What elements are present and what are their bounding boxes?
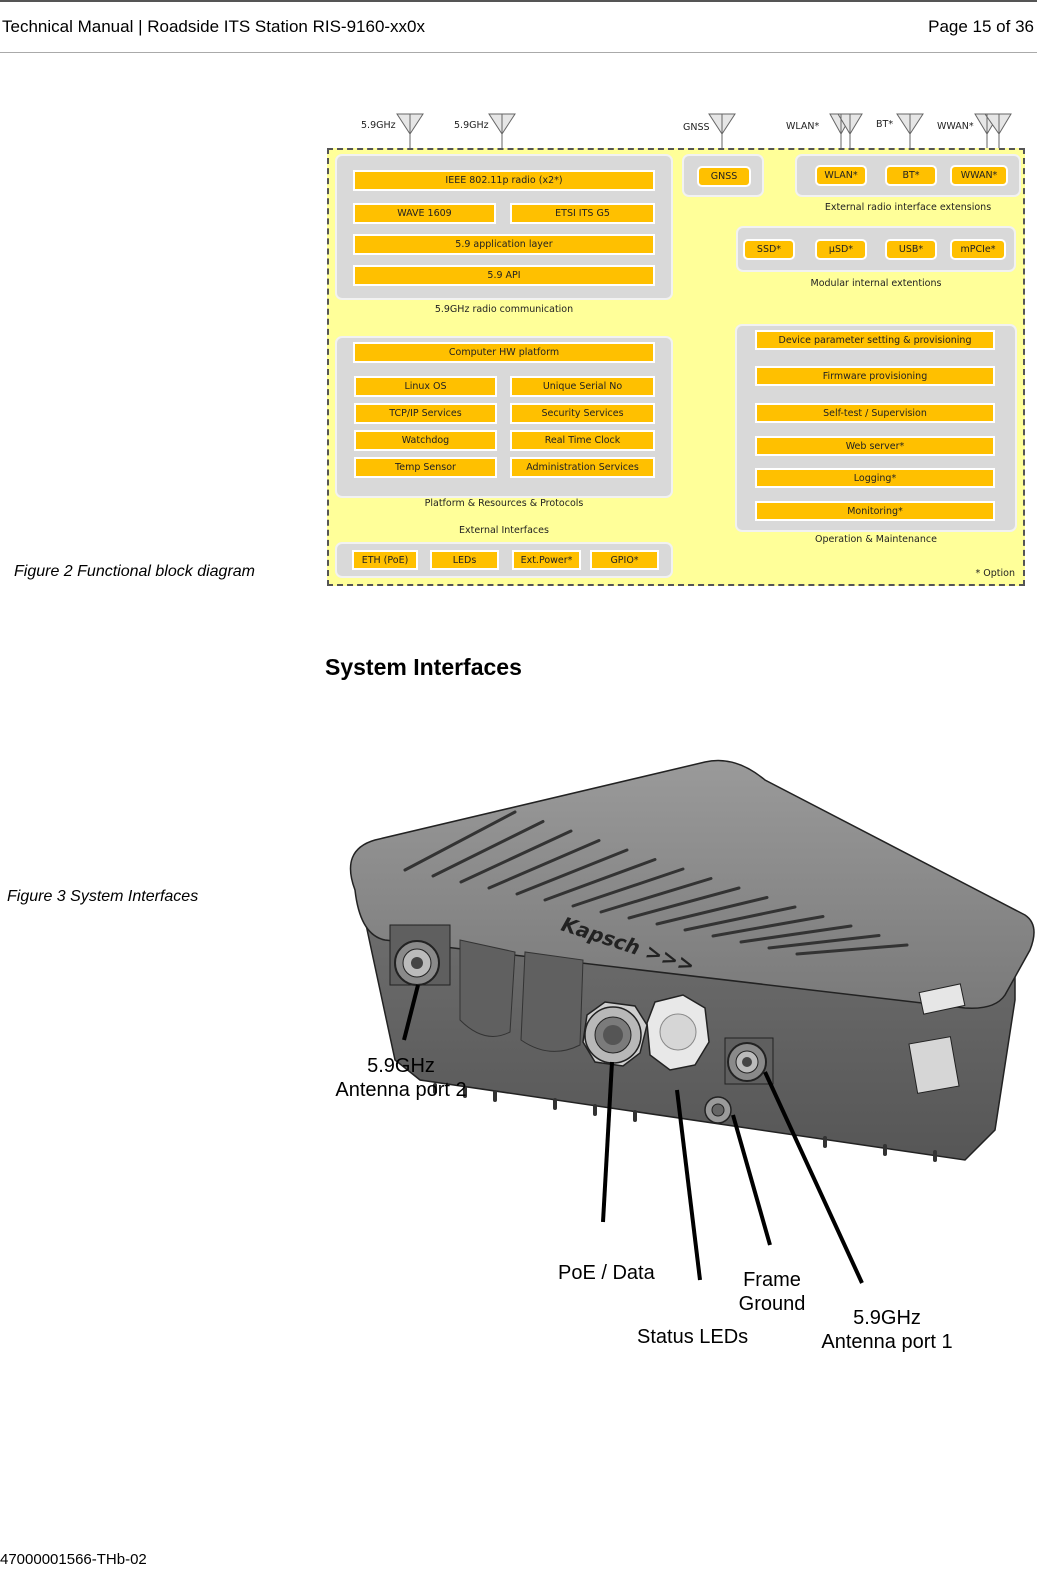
antenna-icon: [896, 113, 924, 150]
block-gnss: GNSS: [697, 166, 751, 187]
block-device-parameter: Device parameter setting & provisioning: [755, 330, 995, 350]
block-ieee-80211p: IEEE 802.11p radio (x2*): [353, 170, 655, 191]
block-watchdog: Watchdog: [354, 430, 497, 451]
label-external-interfaces: External Interfaces: [459, 525, 549, 536]
callout-ground-line1: Frame: [743, 1269, 801, 1291]
page-number: Page 15 of 36: [928, 17, 1034, 36]
block-self-test: Self-test / Supervision: [755, 403, 995, 423]
antenna-label-bt: BT*: [876, 119, 894, 130]
antenna-icon: [488, 113, 516, 150]
figure-2-caption: Figure 2 Functional block diagram: [14, 563, 256, 580]
block-temp-sensor: Temp Sensor: [354, 457, 497, 478]
block-wave-1609: WAVE 1609: [353, 203, 496, 224]
callout-antenna-1-line1: 5.9GHz: [853, 1307, 921, 1329]
block-monitoring: Monitoring*: [755, 501, 995, 521]
callout-antenna-1-line2: Antenna port 1: [821, 1331, 953, 1353]
device-illustration: Kapsch >>>: [349, 759, 1035, 1162]
block-wwan: WWAN*: [950, 165, 1008, 186]
block-tcpip: TCP/IP Services: [354, 403, 497, 424]
block-real-time-clock: Real Time Clock: [510, 430, 655, 451]
block-api: 5.9 API: [353, 265, 655, 286]
block-etsi-its-g5: ETSI ITS G5: [510, 203, 655, 224]
block-web-server: Web server*: [755, 436, 995, 456]
callout-ground-line2: Ground: [738, 1293, 806, 1315]
label-operation-maintenance: Operation & Maintenance: [815, 534, 937, 545]
block-admin-services: Administration Services: [510, 457, 655, 478]
antenna-icon: [396, 113, 424, 150]
block-leds: LEDs: [430, 550, 499, 570]
label-platform: Platform & Resources & Protocols: [424, 498, 584, 509]
block-mpcie: mPCIe*: [950, 239, 1006, 260]
label-external-radio: External radio interface extensions: [824, 202, 992, 213]
callout-antenna-2-line2: Antenna port 2: [335, 1079, 467, 1101]
block-microsd: µSD*: [815, 239, 867, 260]
block-eth-poe: ETH (PoE): [352, 550, 418, 570]
callout-poe-data: PoE / Data: [558, 1262, 655, 1284]
header-rule-top: [0, 0, 1037, 2]
block-security-services: Security Services: [510, 403, 655, 424]
legend-option: * Option: [975, 568, 1015, 579]
block-logging: Logging*: [755, 468, 995, 488]
block-bt: BT*: [885, 165, 937, 186]
section-title: System Interfaces: [325, 654, 522, 680]
block-application-layer: 5.9 application layer: [353, 234, 655, 255]
antenna-port-1: [724, 1037, 774, 1085]
antenna-label-wlan: WLAN*: [786, 121, 820, 132]
antenna-icon: [708, 113, 736, 150]
antenna-label-59-2: 5.9GHz: [454, 120, 489, 131]
block-ssd: SSD*: [743, 239, 795, 260]
antenna-port-2: [389, 924, 451, 986]
callout-frame-ground: Frame Ground: [736, 1268, 808, 1316]
callout-status-leds: Status LEDs: [637, 1326, 749, 1348]
label-radio-communication: 5.9GHz radio communication: [434, 304, 574, 315]
block-gpio: GPIO*: [590, 550, 659, 570]
nameplate: [908, 1036, 960, 1094]
block-usb: USB*: [885, 239, 937, 260]
document-id: 47000001566-THb-02: [0, 1551, 147, 1568]
block-wlan: WLAN*: [815, 165, 867, 186]
header-rule-bottom: [0, 52, 1037, 53]
antenna-icon: [829, 113, 863, 150]
document-title: Technical Manual | Roadside ITS Station …: [2, 17, 426, 36]
figure-3-caption: Figure 3 System Interfaces: [7, 888, 199, 905]
antenna-label-59-1: 5.9GHz: [361, 120, 396, 131]
block-unique-serial: Unique Serial No: [510, 376, 655, 397]
functional-block-diagram: 5.9GHz 5.9GHz GNSS WLAN* BT* WWAN* IEEE …: [325, 104, 1030, 590]
antenna-label-wwan: WWAN*: [937, 121, 974, 132]
block-computer-hw: Computer HW platform: [353, 342, 655, 363]
frame-ground-terminal: [704, 1096, 732, 1124]
block-ext-power: Ext.Power*: [512, 550, 581, 570]
label-modular-internal: Modular internal extentions: [810, 278, 942, 289]
block-firmware-provisioning: Firmware provisioning: [755, 366, 995, 386]
callout-antenna-port-2: 5.9GHz Antenna port 2: [333, 1054, 469, 1102]
callout-antenna-port-1: 5.9GHz Antenna port 1: [818, 1306, 956, 1354]
block-linux-os: Linux OS: [354, 376, 497, 397]
antenna-icon: [974, 113, 1012, 150]
callout-antenna-2-line1: 5.9GHz: [367, 1055, 435, 1077]
antenna-label-gnss: GNSS: [683, 122, 710, 133]
